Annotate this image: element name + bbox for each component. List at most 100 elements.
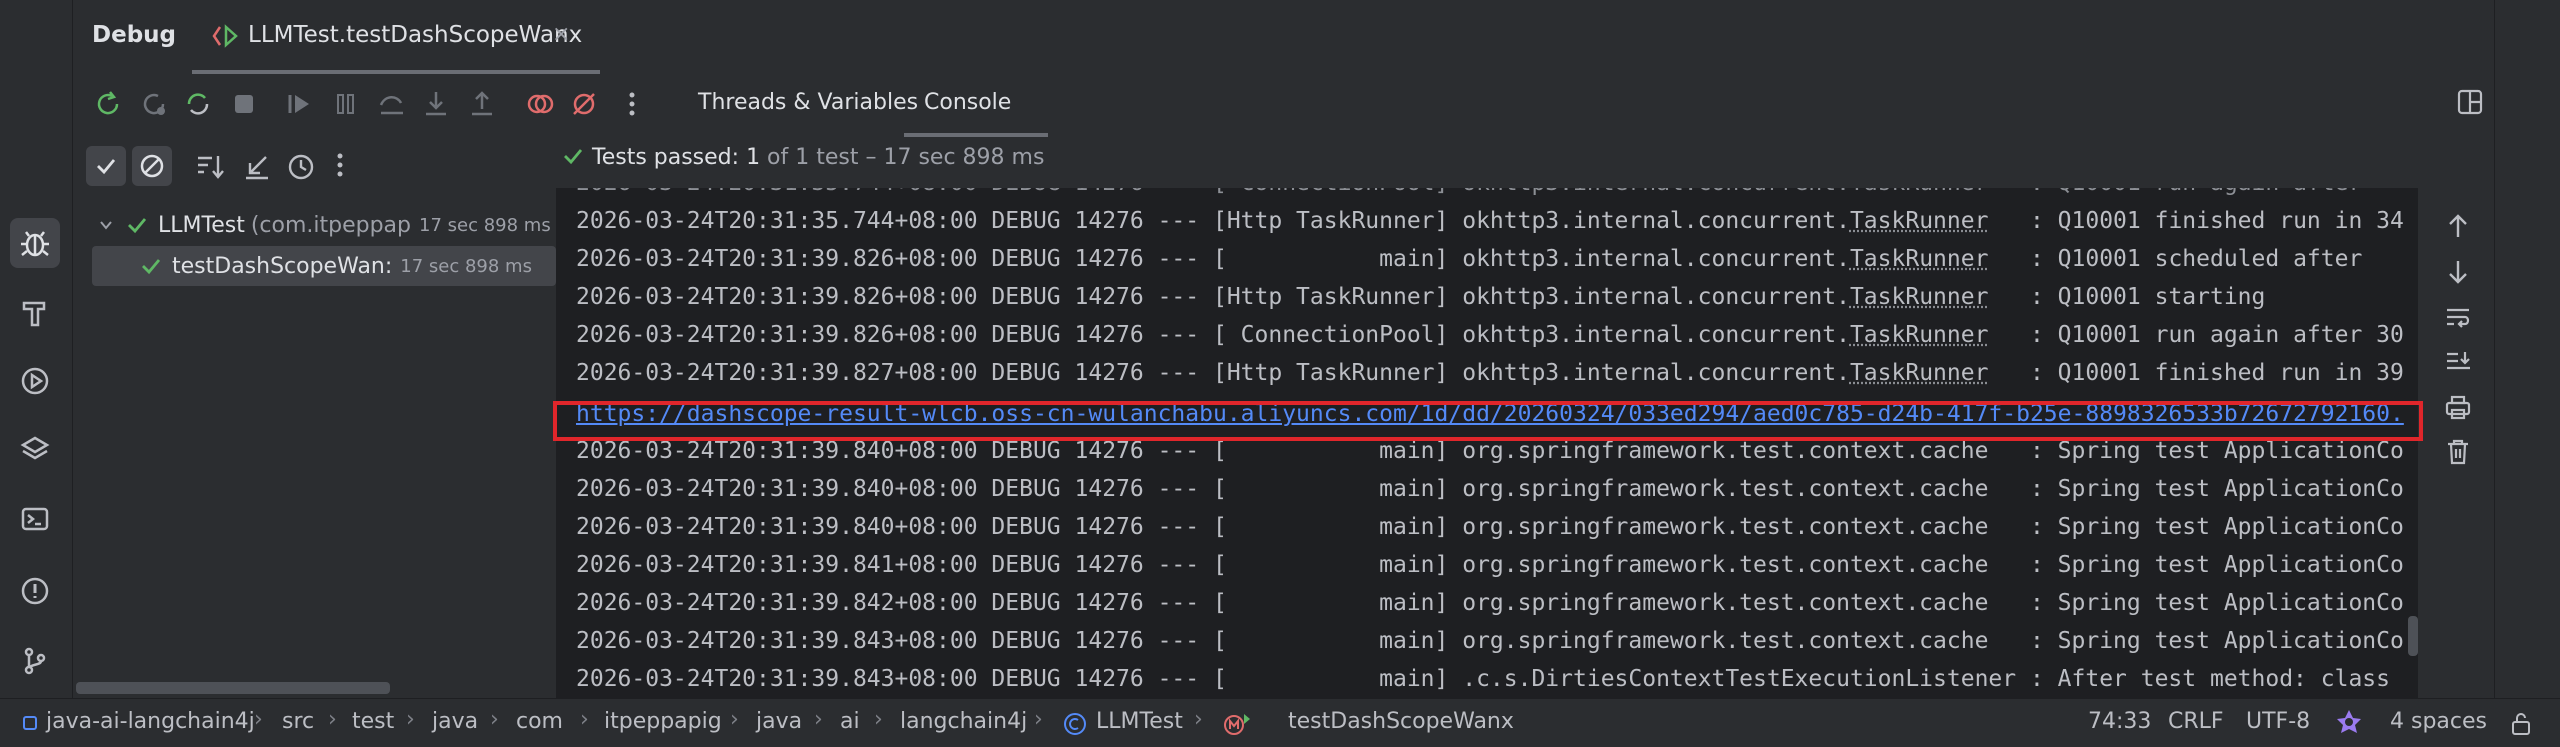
- caret-position[interactable]: 74:33: [2088, 709, 2151, 734]
- tree-item-testdashscopewanx[interactable]: testDashScopeWan: 17 sec 898 ms: [92, 246, 556, 286]
- breadcrumb-itpeppapig[interactable]: itpeppapig: [604, 709, 722, 734]
- printer-icon: [2444, 394, 2472, 422]
- build-tool-button[interactable]: [10, 288, 60, 338]
- breadcrumb-separator: ›: [1194, 707, 1203, 732]
- log-class-link[interactable]: TaskRunner: [1850, 208, 1988, 234]
- breadcrumb-project[interactable]: java-ai-langchain4j: [46, 709, 255, 734]
- history-button[interactable]: [286, 152, 318, 182]
- log-line: 2026-03-24T20:31:39.843+08:00 DEBUG 1427…: [576, 622, 2404, 660]
- log-message: : Q10001 finished run in 39: [1988, 360, 2403, 386]
- arrow-down-icon: [2446, 259, 2470, 285]
- rerun-button[interactable]: [90, 86, 126, 122]
- more-tests-button[interactable]: [336, 152, 344, 178]
- stop-icon: [232, 92, 256, 116]
- soft-wrap-button[interactable]: [2440, 300, 2476, 336]
- log-line: 2026-03-24T20:31:39.840+08:00 DEBUG 1427…: [576, 470, 2404, 508]
- log-line: 2026-03-24T20:31:39.826+08:00 DEBUG 1427…: [576, 316, 2404, 354]
- log-line: 2026-03-24T20:31:39.826+08:00 DEBUG 1427…: [576, 240, 2362, 278]
- console-vertical-scrollbar[interactable]: [2408, 616, 2418, 656]
- rerun-failed-button[interactable]: [136, 86, 172, 122]
- log-text: 2026-03-24T20:31:39.826+08:00 DEBUG 1427…: [576, 322, 1850, 348]
- breadcrumb-separator: ›: [254, 707, 263, 732]
- terminal-tool-button[interactable]: [10, 494, 60, 544]
- method-icon: [1222, 711, 1254, 737]
- problems-tool-button[interactable]: [10, 566, 60, 616]
- lock-icon[interactable]: [2508, 711, 2534, 737]
- breadcrumb-langchain4j[interactable]: langchain4j: [900, 709, 1027, 734]
- class-icon: [1062, 711, 1088, 737]
- step-over-icon: [377, 89, 407, 119]
- tree-horizontal-scrollbar[interactable]: [76, 682, 390, 694]
- breadcrumb-ai[interactable]: ai: [840, 709, 860, 734]
- print-button[interactable]: [2440, 390, 2476, 426]
- indent-setting[interactable]: 4 spaces: [2390, 709, 2487, 734]
- passed-check-icon: [126, 214, 148, 236]
- right-tool-strip: [2494, 0, 2560, 698]
- log-class-link[interactable]: TaskRunner: [1850, 322, 1988, 348]
- resume-button[interactable]: [282, 86, 318, 122]
- step-into-button[interactable]: [418, 86, 454, 122]
- clock-icon: [286, 152, 318, 182]
- breadcrumb-test[interactable]: test: [352, 709, 394, 734]
- scroll-up-button[interactable]: [2440, 208, 2476, 244]
- chevron-down-icon[interactable]: [98, 217, 114, 233]
- active-tab-indicator: [192, 70, 600, 74]
- soft-wrap-icon: [2444, 305, 2472, 331]
- breadcrumb-separator: ›: [1034, 707, 1043, 732]
- tests-toolbar: [72, 140, 556, 194]
- log-text: 2026-03-24T20:31:39.842+08:00 DEBUG 1427…: [576, 590, 2404, 616]
- url-highlight-box: [553, 401, 2423, 441]
- rerun-modified-button[interactable]: [180, 86, 216, 122]
- file-encoding[interactable]: UTF-8: [2246, 709, 2310, 734]
- breadcrumb-class[interactable]: LLMTest: [1096, 709, 1183, 734]
- git-tool-button[interactable]: [10, 636, 60, 686]
- layers-icon: [19, 433, 51, 465]
- tab-console[interactable]: Console: [924, 90, 1011, 115]
- breadcrumb-java[interactable]: java: [432, 709, 478, 734]
- pause-button[interactable]: [328, 86, 364, 122]
- layout-button[interactable]: [2456, 88, 2484, 116]
- debug-session-tab[interactable]: LLMTest.testDashScopeWanx ×: [192, 0, 600, 74]
- tree-item-label: testDashScopeWan:: [172, 254, 392, 279]
- breadcrumb-method[interactable]: testDashScopeWanx: [1288, 709, 1514, 734]
- log-line: 2026-03-24T20:31:39.826+08:00 DEBUG 1427…: [576, 278, 2265, 316]
- line-separator[interactable]: CRLF: [2168, 709, 2224, 734]
- log-line-partial: 2026-03-24T20:31:35.744+08:00 DEBUG 1427…: [576, 188, 2362, 202]
- step-over-button[interactable]: [374, 86, 410, 122]
- breadcrumb-com[interactable]: com: [516, 709, 563, 734]
- log-class-link[interactable]: TaskRunner: [1850, 284, 1988, 310]
- collapse-icon: [242, 152, 272, 182]
- sort-button[interactable]: [194, 152, 226, 182]
- log-line: 2026-03-24T20:31:35.744+08:00 DEBUG 1427…: [576, 202, 2404, 240]
- show-ignored-toggle[interactable]: [132, 146, 172, 186]
- tab-threads-variables[interactable]: Threads & Variables: [698, 90, 918, 115]
- breadcrumb-src[interactable]: src: [282, 709, 314, 734]
- debug-tool-button[interactable]: [10, 218, 60, 268]
- ai-assistant-icon[interactable]: [2334, 707, 2364, 737]
- scroll-down-button[interactable]: [2440, 254, 2476, 290]
- more-toolbar-button[interactable]: [614, 86, 650, 122]
- tree-item-label: LLMTest: [158, 213, 245, 238]
- log-line: 2026-03-24T20:31:39.827+08:00 DEBUG 1427…: [576, 354, 2404, 392]
- close-icon[interactable]: ×: [552, 22, 570, 47]
- view-breakpoints-button[interactable]: [522, 86, 558, 122]
- scroll-to-end-button[interactable]: [2440, 344, 2476, 380]
- step-out-button[interactable]: [464, 86, 500, 122]
- layout-icon: [2456, 88, 2484, 116]
- rerun-icon: [93, 89, 123, 119]
- tree-item-llmtest[interactable]: LLMTest (com.itpeppap 17 sec 898 ms: [72, 205, 556, 245]
- collapse-all-button[interactable]: [242, 152, 272, 182]
- rerun-failed-icon: [139, 89, 169, 119]
- stop-button[interactable]: [226, 86, 262, 122]
- layers-tool-button[interactable]: [10, 424, 60, 474]
- clear-console-button[interactable]: [2440, 434, 2476, 470]
- mute-breakpoints-button[interactable]: [566, 86, 602, 122]
- module-icon: [22, 715, 38, 731]
- breadcrumb-java-2[interactable]: java: [756, 709, 802, 734]
- run-tool-button[interactable]: [10, 356, 60, 406]
- show-passed-toggle[interactable]: [86, 146, 126, 186]
- console-output[interactable]: 2026-03-24T20:31:35.744+08:00 DEBUG 1427…: [556, 188, 2418, 698]
- log-message: : Q10001 run again after 30: [1988, 322, 2403, 348]
- log-class-link[interactable]: TaskRunner: [1850, 360, 1988, 386]
- log-class-link[interactable]: TaskRunner: [1850, 246, 1988, 272]
